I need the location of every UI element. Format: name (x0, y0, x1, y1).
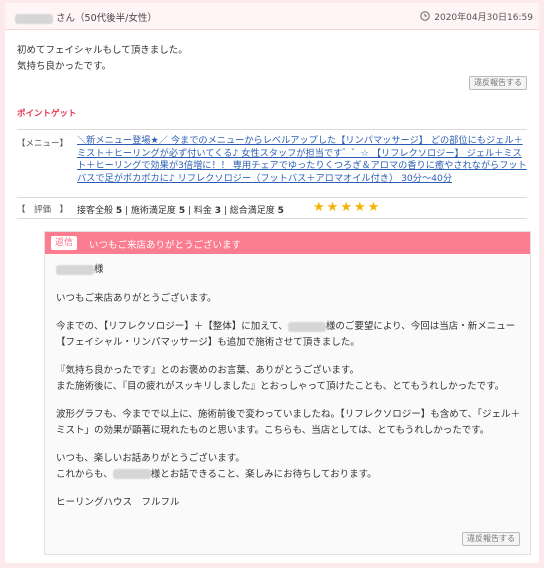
review-body: 初めてフェイシャルもして頂きました。 気持ち良かったです。 (17, 43, 188, 75)
reply-thanks: いつもご来店ありがとうございます。 (56, 292, 217, 304)
evaluation-scores: 接客全般 5 | 施術満足度 5 | 料金 3 | 総合満足度 5 (77, 206, 284, 216)
reply-signature: ヒーリングハウス フルフル (56, 497, 180, 508)
reply-paragraph-5: いつも、楽しいお話ありがとうございます。 これからも、 様とお話できること、楽しみ… (56, 451, 521, 482)
customer-name-redacted (56, 264, 94, 275)
review-card: さん（50代後半/女性） 2020年04月30日16:59 初めてフェイシャルも… (5, 3, 539, 563)
clock-icon (420, 11, 430, 24)
total-value: 5 (277, 206, 284, 216)
review-line-1: 初めてフェイシャルもして頂きました。 (17, 45, 188, 56)
reply-body: 様 いつもご来店ありがとうございます。 今までの、【リフレクソロジー】＋【整体】… (56, 262, 521, 524)
total-label: 総合満足度 (229, 206, 275, 216)
reply-p5-before: これからも、 (56, 468, 113, 480)
star-icon: ★ (313, 200, 325, 215)
review-date-text: 2020年04月30日16:59 (434, 13, 533, 23)
reply-p5-line1: いつも、楽しいお話ありがとうございます。 (56, 453, 245, 464)
star-icon: ★ (353, 200, 366, 215)
customer-name-redacted (112, 469, 151, 479)
reply-p2-before: 今までの、【リフレクソロジー】＋【整体】に加えて、 (56, 321, 288, 332)
reply-p3-line1: 『気持ち良かったです』とのお褒めのお言葉、ありがとうございます。 (56, 365, 359, 376)
reviewer-name-redacted (15, 13, 53, 24)
price-label: 料金 (193, 206, 212, 216)
reply-report-violation-button[interactable]: 違反報告する (462, 532, 520, 546)
treatment-label: 施術満足度 (130, 206, 176, 216)
star-icon: ★ (326, 200, 339, 215)
reply-paragraph-3: 『気持ち良かったです』とのお褒めのお言葉、ありがとうございます。 また施術後に、… (56, 363, 521, 394)
price-value: 3 (214, 206, 221, 216)
overall-label: 接客全般 (77, 206, 114, 216)
review-line-2: 気持ち良かったです。 (17, 61, 112, 72)
reply-p5-after: 様とお話できること、楽しみにお待ちしております。 (150, 468, 377, 480)
reply-paragraph-2: 今までの、【リフレクソロジー】＋【整体】に加えて、 様のご要望により、今回は当店・… (56, 319, 521, 350)
reviewer-demographic: さん（50代後半/女性） (56, 13, 157, 24)
menu-label: 【メニュー】 (17, 139, 69, 149)
review-date: 2020年04月30日16:59 (420, 10, 533, 24)
customer-name-redacted (287, 321, 326, 332)
divider (17, 129, 527, 130)
evaluation-label: 【 評価 】 (17, 205, 69, 215)
star-icon: ★ (367, 200, 380, 215)
reply-title: いつもご来店ありがとうございます (89, 240, 242, 251)
menu-link[interactable]: ＼新メニュー登場★／ 今までのメニューからレベルアップした【リンパマッサージ】 … (77, 135, 527, 185)
divider (17, 218, 527, 219)
reply-badge: 返信 (51, 236, 78, 250)
divider (17, 197, 527, 198)
salutation-suffix: 様 (94, 264, 104, 275)
reply-header: 返信 いつもご来店ありがとうございます (45, 232, 530, 254)
shop-reply: 返信 いつもご来店ありがとうございます 様 いつもご来店ありがとうございます。 … (44, 231, 531, 555)
reply-salutation: 様 (56, 262, 521, 278)
star-icon: ★ (340, 200, 352, 215)
overall-value: 5 (115, 206, 123, 216)
reviewer-info: さん（50代後半/女性） (15, 10, 157, 24)
treatment-value: 5 (178, 206, 186, 216)
point-get-label: ポイントゲット (17, 109, 77, 119)
reply-paragraph-4: 波形グラフも、今までで以上に、施術前後で変わっていましたね。【リフレクソロジー】… (56, 409, 520, 436)
report-violation-button[interactable]: 違反報告する (469, 76, 527, 90)
review-header: さん（50代後半/女性） 2020年04月30日16:59 (5, 3, 539, 30)
rating-stars: ★ ★ ★ ★ ★ (313, 200, 381, 215)
reply-p3-line2: また施術後に、『目の疲れがスッキリしました』とおっしゃって頂けたことも、とてもう… (56, 380, 505, 392)
